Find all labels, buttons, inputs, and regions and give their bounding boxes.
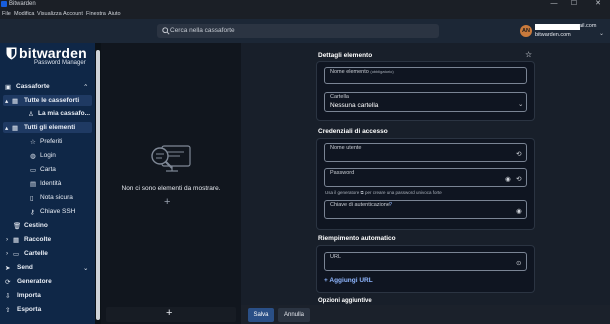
sidebar-item-all-vaults[interactable]: ▴ ▦ Tutte le casseforti <box>3 95 92 106</box>
title-bar: Bitwarden — ☐ ✕ <box>0 0 610 9</box>
close-button[interactable]: ✕ <box>590 0 606 9</box>
item-name-field[interactable]: Nome elemento (obbligatorio) <box>324 67 527 84</box>
sidebar-item-identity[interactable]: ▤ Identità <box>30 180 90 188</box>
vault-icon: ▣ <box>5 84 12 91</box>
password-field[interactable]: Password ◉ ⟲ <box>324 168 527 187</box>
add-item-plus-icon[interactable]: + <box>164 196 170 208</box>
sidebar-item-folders[interactable]: › ▭ Cartelle <box>6 250 91 258</box>
folder-select[interactable]: Cartella Nessuna cartella ⌄ <box>324 92 527 112</box>
sidebar-item-collections[interactable]: › ▦ Raccolte <box>6 236 91 244</box>
user-icon: ♙ <box>28 111 34 118</box>
favorite-star-icon[interactable]: ☆ <box>525 50 532 59</box>
credentials-title: Credenziali di accesso <box>318 128 388 135</box>
bitwarden-logo-icon <box>1 1 7 7</box>
minimize-button[interactable]: — <box>546 0 562 9</box>
eye-icon[interactable]: ◉ <box>505 175 511 183</box>
url-label: URL <box>330 254 342 260</box>
items-list <box>101 43 241 324</box>
plus-icon: + <box>166 307 173 319</box>
maximize-button[interactable]: ☐ <box>566 0 582 9</box>
menu-aiuto[interactable]: Aiuto <box>108 11 121 17</box>
generate-username-icon[interactable]: ⟲ <box>516 150 521 158</box>
credit-card-icon: ▭ <box>30 167 37 174</box>
menu-file[interactable]: File <box>2 11 11 17</box>
menu-finestra[interactable]: Finestra <box>86 11 106 17</box>
url-field[interactable]: URL ⊙ <box>324 252 527 271</box>
cancel-button[interactable]: Annulla <box>278 308 310 322</box>
sidebar-item-all-items[interactable]: ▴ ▦ Tutti gli elementi <box>3 122 92 133</box>
sidebar-item-import[interactable]: ⇩ Importa <box>5 292 91 300</box>
search-icon <box>162 27 170 35</box>
sidebar-item-trash[interactable]: 🗑 Cestino <box>13 222 91 230</box>
redacted-email <box>535 24 580 30</box>
account-chevron-down-icon[interactable]: ⌄ <box>599 30 604 37</box>
note-icon: ▯ <box>30 195 34 202</box>
globe-icon: ◍ <box>30 153 36 160</box>
menu-visualizza[interactable]: Visualizza <box>37 11 62 17</box>
menu-bar: File Modifica Visualizza Account Finestr… <box>0 9 610 19</box>
brand-subtitle: Password Manager <box>34 60 86 66</box>
star-icon: ☆ <box>30 139 36 146</box>
trash-icon: 🗑 <box>13 223 22 230</box>
generator-icon: ⟳ <box>5 279 11 286</box>
help-icon[interactable]: ? <box>389 202 392 208</box>
grid-icon: ▦ <box>12 125 19 132</box>
window-title: Bitwarden <box>9 1 36 7</box>
id-card-icon: ▤ <box>30 181 37 188</box>
sidebar-item-card[interactable]: ▭ Carta <box>30 166 90 174</box>
required-tag: (obbligatorio) <box>370 69 394 74</box>
shield-logo-icon <box>6 47 17 60</box>
add-url-button[interactable]: + Aggiungi URL <box>324 277 373 284</box>
chevron-down-icon: ⌄ <box>83 265 89 272</box>
import-icon: ⇩ <box>5 293 11 300</box>
sidebar-item-ssh-key[interactable]: ⚷ Chiave SSH <box>30 208 90 216</box>
eye-icon[interactable]: ◉ <box>516 207 522 215</box>
sidebar-item-login[interactable]: ◍ Login <box>30 152 90 160</box>
autofill-settings-icon[interactable]: ⊙ <box>516 259 521 267</box>
export-icon: ⇧ <box>5 307 11 314</box>
collections-icon: ▦ <box>13 237 20 244</box>
sidebar-item-export[interactable]: ⇧ Esporta <box>5 306 91 314</box>
sidebar-item-send[interactable]: ➤ Send ⌄ <box>5 264 91 272</box>
save-button[interactable]: Salva <box>248 308 274 322</box>
generate-password-icon[interactable]: ⟲ <box>516 175 521 183</box>
send-icon: ➤ <box>5 265 11 272</box>
password-generator-hint[interactable]: Usa il generatore ⧉ per creare una passw… <box>325 190 442 195</box>
item-details-title: Dettagli elemento <box>318 52 373 59</box>
avatar[interactable]: AN <box>520 25 532 37</box>
empty-search-illustration-icon <box>151 145 191 172</box>
sidebar-item-my-vault[interactable]: ♙ La mia cassafo... <box>28 110 92 118</box>
autofill-title: Riempimento automatico <box>318 235 396 242</box>
folder-value: Nessuna cartella <box>330 102 379 109</box>
sidebar-item-generator[interactable]: ⟳ Generatore <box>5 278 91 286</box>
folder-icon: ▭ <box>13 251 20 258</box>
username-field[interactable]: Nome utente ⟲ <box>324 143 527 162</box>
sidebar-item-secure-note[interactable]: ▯ Nota sicura <box>30 194 90 202</box>
password-label: Password <box>330 170 355 176</box>
chevron-down-icon: ⌄ <box>518 101 524 108</box>
account-email: ail.com <box>579 23 597 29</box>
menu-account[interactable]: Account <box>63 11 83 17</box>
empty-list-message: Non ci sono elementi da mostrare. <box>121 185 221 192</box>
auth-key-label: Chiave di autenticazione <box>330 202 390 208</box>
search-input[interactable]: Cerca nella cassaforte <box>157 24 439 38</box>
item-name-label: Nome elemento <box>330 69 369 75</box>
username-label: Nome utente <box>330 145 362 151</box>
sidebar-item-favorites[interactable]: ☆ Preferiti <box>30 138 90 146</box>
sidebar-scrollbar-thumb[interactable] <box>96 50 100 320</box>
chevron-up-icon: ⌃ <box>83 84 89 91</box>
menu-modifica[interactable]: Modifica <box>14 11 34 17</box>
new-item-button[interactable]: + <box>106 307 236 322</box>
folder-label: Cartella <box>330 94 349 100</box>
account-server: bitwarden.com <box>535 32 571 38</box>
key-icon: ⚷ <box>30 209 35 216</box>
grid-icon: ▦ <box>12 98 19 105</box>
search-placeholder: Cerca nella cassaforte <box>170 27 235 34</box>
brand-name: bitwarden <box>19 45 87 61</box>
additional-options-title: Opzioni aggiuntive <box>318 298 372 304</box>
auth-key-field[interactable]: Chiave di autenticazione ? ◉ <box>324 200 527 219</box>
sidebar-item-vault[interactable]: ▣ Cassaforte ⌃ <box>5 83 91 91</box>
